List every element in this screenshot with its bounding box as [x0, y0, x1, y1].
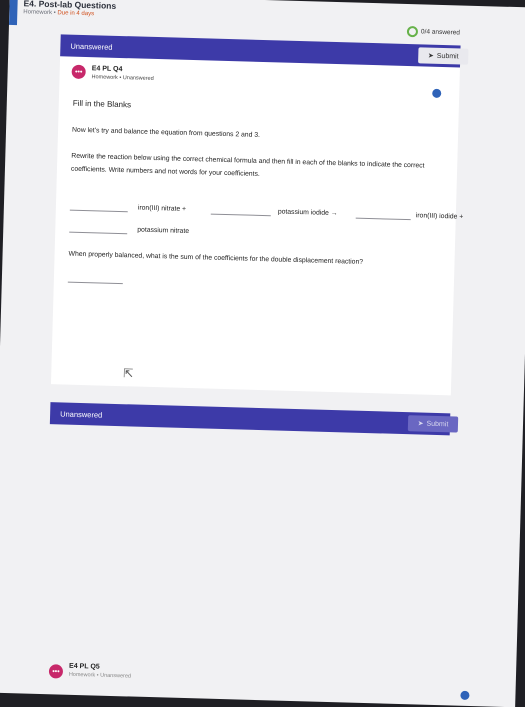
next-question-status: Unanswered: [60, 409, 103, 420]
progress-text: 0/4 answered: [420, 28, 461, 37]
product-2-label: potassium nitrate: [137, 226, 190, 235]
followup-question: When properly balanced, what is the sum …: [68, 250, 364, 266]
question-type: Homework: [91, 74, 118, 81]
next-submit-button[interactable]: ➤ Submit: [407, 415, 459, 433]
question-answer-state: Unanswered: [122, 75, 154, 82]
next-question-type: Homework: [68, 671, 96, 679]
submit-button[interactable]: ➤ Submit: [418, 47, 469, 65]
ellipsis-icon[interactable]: •••: [48, 664, 64, 679]
next-question-id: E4 PL Q5: [68, 662, 100, 671]
assignment-type: Homework: [23, 9, 53, 17]
question-meta: Homework • Unanswered: [91, 74, 154, 82]
sum-answer-blank[interactable]: [67, 281, 123, 285]
question-status: Unanswered: [70, 41, 113, 52]
question-status-bar: Unanswered ➤ Submit: [60, 34, 469, 68]
paper-plane-icon: ➤: [417, 420, 424, 428]
next-question-answer-state: Unanswered: [100, 672, 132, 680]
reactant-1-label: iron(III) nitrate +: [137, 204, 187, 213]
coefficient-blank-1[interactable]: [69, 209, 128, 213]
info-dot-icon[interactable]: [460, 690, 470, 700]
next-question-meta: Homework • Unanswered: [68, 671, 132, 680]
next-submit-label: Submit: [426, 420, 449, 428]
ellipsis-icon[interactable]: •••: [71, 64, 86, 80]
paper-plane-icon: ➤: [427, 52, 434, 60]
coefficient-blank-3[interactable]: [355, 217, 411, 221]
submit-label: Submit: [436, 52, 459, 60]
due-date: Due in 4 days: [57, 10, 95, 18]
mouse-pointer-icon: ⇱: [123, 366, 134, 381]
coefficient-blank-4[interactable]: [69, 231, 128, 235]
progress-ring-icon: [406, 25, 419, 38]
coefficient-blank-2[interactable]: [210, 213, 271, 217]
question-card: Unanswered ➤ Submit ••• E4 PL Q4 Homewor…: [50, 34, 469, 396]
info-dot-icon[interactable]: [432, 88, 442, 98]
next-question-status-bar: Unanswered ➤ Submit: [49, 402, 459, 436]
assignment-meta: Homework • Due in 4 days: [23, 9, 95, 18]
header-accent: [8, 0, 18, 26]
product-1-label: iron(III) iodide +: [415, 212, 464, 221]
reactant-2-label: potassium iodide →: [277, 208, 338, 218]
instructions-line-2: coefficients. Write numbers and not word…: [70, 165, 260, 178]
intro-text: Now let's try and balance the equation f…: [71, 126, 261, 139]
section-title: Fill in the Blanks: [72, 98, 132, 110]
question-id: E4 PL Q4: [91, 65, 123, 74]
screen: E4. Post-lab Questions Homework • Due in…: [0, 0, 525, 707]
